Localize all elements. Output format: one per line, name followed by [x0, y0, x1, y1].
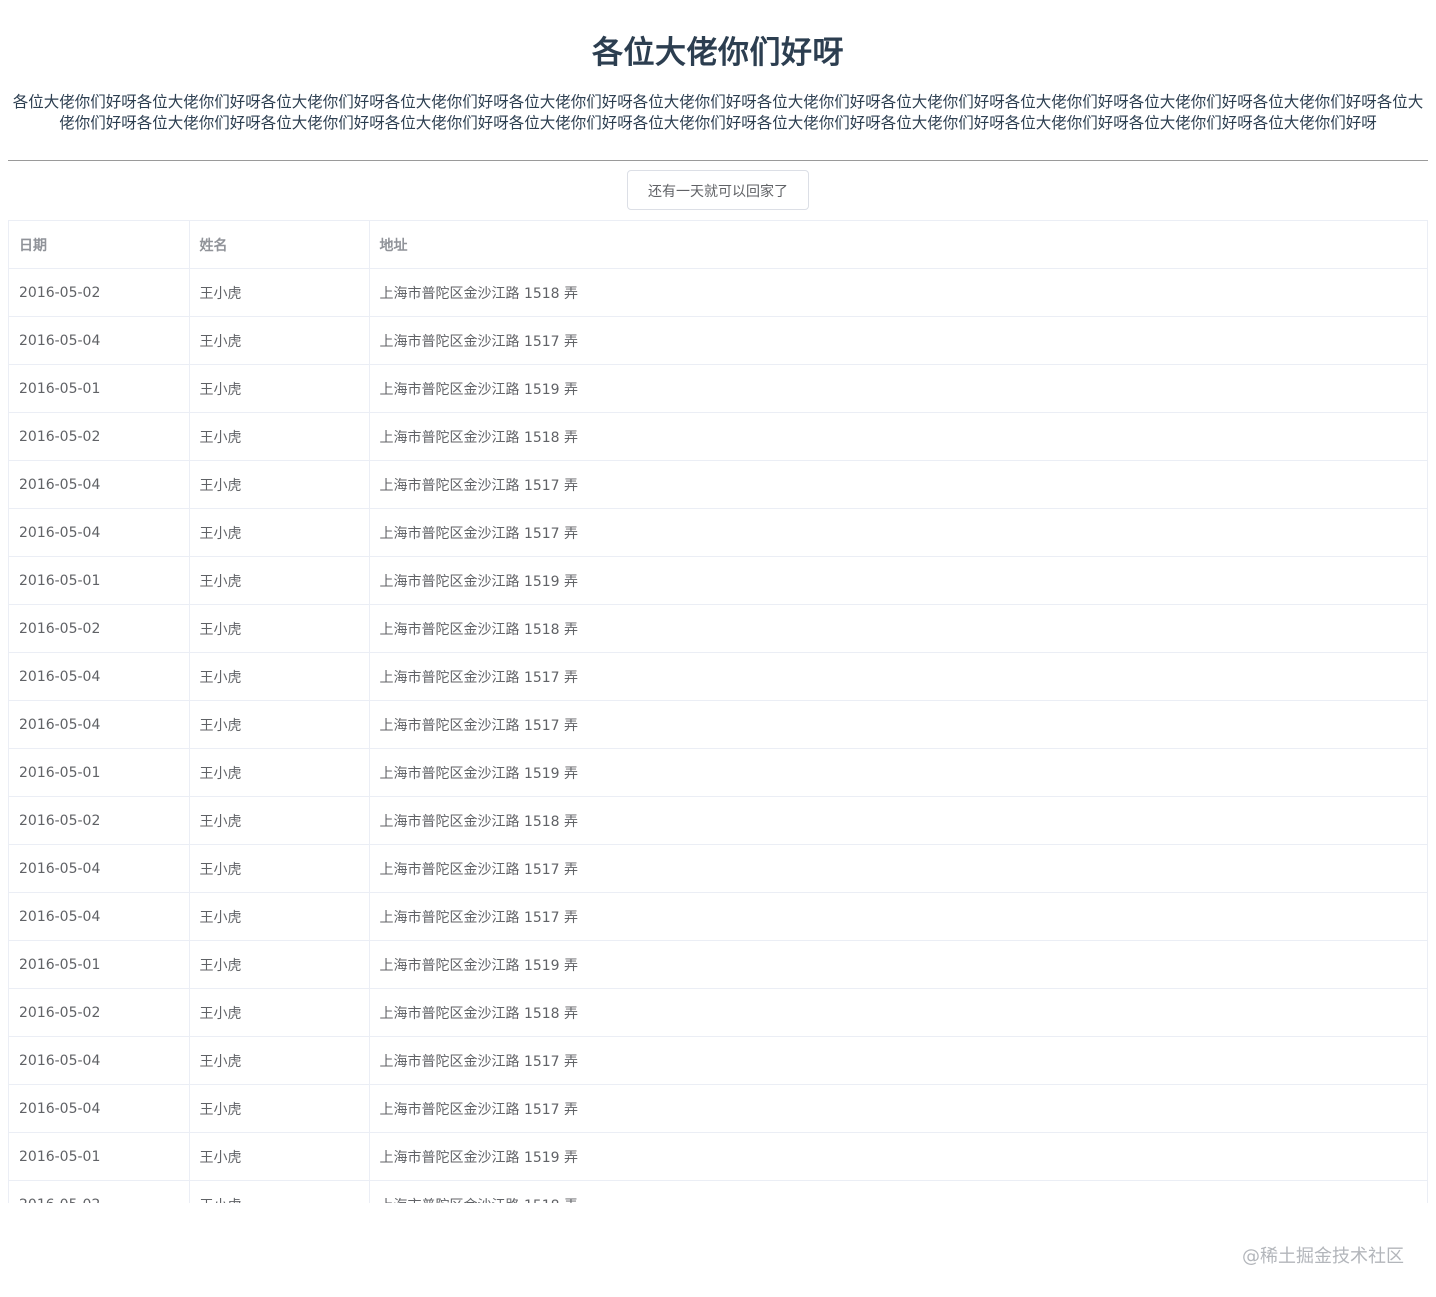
- cell-date: 2016-05-04: [9, 700, 190, 749]
- cell-date: 2016-05-01: [9, 940, 190, 989]
- data-table: 日期 姓名 地址 2016-05-02 王小虎 上海市普陀区金沙江路 1518 弄2…: [9, 221, 1427, 1203]
- cell-date: 2016-05-04: [9, 652, 190, 701]
- watermark: @稀土掘金技术社区: [1242, 1246, 1404, 1267]
- cell-date: 2016-05-04: [9, 1084, 190, 1133]
- cell-name: 王小虎: [189, 508, 370, 557]
- cell-address: 上海市普陀区金沙江路 1517 弄: [369, 700, 1427, 749]
- cell-name: 王小虎: [189, 556, 370, 605]
- table-row: 2016-05-02王小虎上海市普陀区金沙江路 1518 弄: [9, 988, 1427, 1037]
- cell-address: 上海市普陀区金沙江路 1517 弄: [369, 1036, 1427, 1085]
- cell-address: 上海市普陀区金沙江路 1518 弄: [369, 604, 1427, 653]
- table-row: 2016-05-04 王小虎 上海市普陀区金沙江路 1517 弄: [9, 1036, 1427, 1085]
- table-row: 2016-05-01 王小虎 上海市普陀区金沙江路 1519 弄: [9, 748, 1427, 797]
- column-header-name: 姓名: [189, 221, 370, 269]
- cell-date: 2016-05-02: [9, 1180, 190, 1203]
- column-header-address: 地址: [369, 221, 1427, 269]
- table-row: 2016-05-02王小虎上海市普陀区金沙江路 1518 弄: [9, 604, 1427, 653]
- cell-date: 2016-05-02: [9, 988, 190, 1037]
- page-container: 各位大佬你们好呀 各位大佬你们好呀各位大佬你们好呀各位大佬你们好呀各位大佬你们好…: [8, 0, 1428, 1203]
- cell-date: 2016-05-04: [9, 460, 190, 509]
- cell-address: 上海市普陀区金沙江路 1518 弄: [369, 268, 1427, 317]
- cell-date: 2016-05-01: [9, 364, 190, 413]
- cell-address: 上海市普陀区金沙江路 1519 弄: [369, 364, 1427, 413]
- cell-address: 上海市普陀区金沙江路 1517 弄: [369, 892, 1427, 941]
- cell-name: 王小虎: [189, 1084, 370, 1133]
- cell-date: 2016-05-04: [9, 316, 190, 365]
- table-row: 2016-05-04 王小虎 上海市普陀区金沙江路 1517 弄: [9, 460, 1427, 509]
- cell-date: 2016-05-01: [9, 1132, 190, 1181]
- divider: [8, 160, 1428, 161]
- cell-name: 王小虎: [189, 796, 370, 845]
- table-row: 2016-05-02王小虎上海市普陀区金沙江路 1518 弄: [9, 412, 1427, 461]
- table-row: 2016-05-01 王小虎 上海市普陀区金沙江路 1519 弄: [9, 364, 1427, 413]
- cell-address: 上海市普陀区金沙江路 1517 弄: [369, 652, 1427, 701]
- cell-date: 2016-05-04: [9, 1036, 190, 1085]
- table-row: 2016-05-04 王小虎 上海市普陀区金沙江路 1517 弄: [9, 316, 1427, 365]
- cell-address: 上海市普陀区金沙江路 1517 弄: [369, 1084, 1427, 1133]
- cell-name: 王小虎: [189, 700, 370, 749]
- table-row: 2016-05-01 王小虎 上海市普陀区金沙江路 1519 弄: [9, 556, 1427, 605]
- cell-name: 王小虎: [189, 1132, 370, 1181]
- cell-date: 2016-05-02: [9, 604, 190, 653]
- column-header-date: 日期: [9, 221, 190, 269]
- table-row: 2016-05-04 王小虎 上海市普陀区金沙江路 1517 弄: [9, 652, 1427, 701]
- cell-name: 王小虎: [189, 268, 370, 317]
- cell-name: 王小虎: [189, 748, 370, 797]
- cell-name: 王小虎: [189, 988, 370, 1037]
- cell-name: 王小虎: [189, 460, 370, 509]
- cell-address: 上海市普陀区金沙江路 1519 弄: [369, 1132, 1427, 1181]
- cell-date: 2016-05-02: [9, 412, 190, 461]
- cell-date: 2016-05-01: [9, 748, 190, 797]
- data-table-container[interactable]: 日期 姓名 地址 2016-05-02 王小虎 上海市普陀区金沙江路 1518 弄2…: [8, 220, 1428, 1203]
- cell-address: 上海市普陀区金沙江路 1519 弄: [369, 556, 1427, 605]
- cell-address: 上海市普陀区金沙江路 1517 弄: [369, 460, 1427, 509]
- cell-date: 2016-05-02: [9, 796, 190, 845]
- cell-address: 上海市普陀区金沙江路 1519 弄: [369, 940, 1427, 989]
- table-row: 2016-05-02王小虎上海市普陀区金沙江路 1518 弄: [9, 796, 1427, 845]
- cell-name: 王小虎: [189, 604, 370, 653]
- button-wrapper: 还有一天就可以回家了: [8, 170, 1428, 210]
- cell-name: 王小虎: [189, 1036, 370, 1085]
- cell-name: 王小虎: [189, 940, 370, 989]
- cell-date: 2016-05-04: [9, 508, 190, 557]
- table-row: 2016-05-04 王小虎 上海市普陀区金沙江路 1517 弄: [9, 892, 1427, 941]
- intro-paragraph: 各位大佬你们好呀各位大佬你们好呀各位大佬你们好呀各位大佬你们好呀各位大佬你们好呀…: [12, 93, 1424, 132]
- cell-address: 上海市普陀区金沙江路 1518 弄: [369, 412, 1427, 461]
- table-row: 2016-05-04 王小虎 上海市普陀区金沙江路 1517 弄: [9, 1084, 1427, 1133]
- cell-date: 2016-05-02: [9, 268, 190, 317]
- table-row: 2016-05-01 王小虎 上海市普陀区金沙江路 1519 弄: [9, 1132, 1427, 1181]
- go-home-button[interactable]: 还有一天就可以回家了: [627, 170, 809, 210]
- table-header-row: 日期 姓名 地址: [9, 221, 1427, 269]
- table-body: 2016-05-02 王小虎 上海市普陀区金沙江路 1518 弄 2016-05-04…: [9, 268, 1427, 1203]
- table-row: 2016-05-02王小虎上海市普陀区金沙江路 1518 弄: [9, 268, 1427, 317]
- page-title: 各位大佬你们好呀: [592, 35, 844, 71]
- cell-address: 上海市普陀区金沙江路 1517 弄: [369, 316, 1427, 365]
- table-row: 2016-05-04 王小虎 上海市普陀区金沙江路 1517 弄: [9, 700, 1427, 749]
- cell-address: 上海市普陀区金沙江路 1518 弄: [369, 796, 1427, 845]
- cell-name: 王小虎: [189, 412, 370, 461]
- table-row: 2016-05-04 王小虎 上海市普陀区金沙江路 1517 弄: [9, 508, 1427, 557]
- cell-address: 上海市普陀区金沙江路 1517 弄: [369, 844, 1427, 893]
- cell-address: 上海市普陀区金沙江路 1519 弄: [369, 748, 1427, 797]
- table-row: 2016-05-02王小虎上海市普陀区金沙江路 1518 弄: [9, 1180, 1427, 1203]
- cell-name: 王小虎: [189, 844, 370, 893]
- cell-name: 王小虎: [189, 892, 370, 941]
- table-row: 2016-05-04 王小虎 上海市普陀区金沙江路 1517 弄: [9, 844, 1427, 893]
- cell-address: 上海市普陀区金沙江路 1518 弄: [369, 1180, 1427, 1203]
- cell-date: 2016-05-04: [9, 892, 190, 941]
- cell-name: 王小虎: [189, 316, 370, 365]
- cell-name: 王小虎: [189, 652, 370, 701]
- cell-address: 上海市普陀区金沙江路 1518 弄: [369, 988, 1427, 1037]
- cell-name: 王小虎: [189, 1180, 370, 1203]
- table-row: 2016-05-01 王小虎 上海市普陀区金沙江路 1519 弄: [9, 940, 1427, 989]
- cell-name: 王小虎: [189, 364, 370, 413]
- cell-date: 2016-05-04: [9, 844, 190, 893]
- cell-address: 上海市普陀区金沙江路 1517 弄: [369, 508, 1427, 557]
- cell-date: 2016-05-01: [9, 556, 190, 605]
